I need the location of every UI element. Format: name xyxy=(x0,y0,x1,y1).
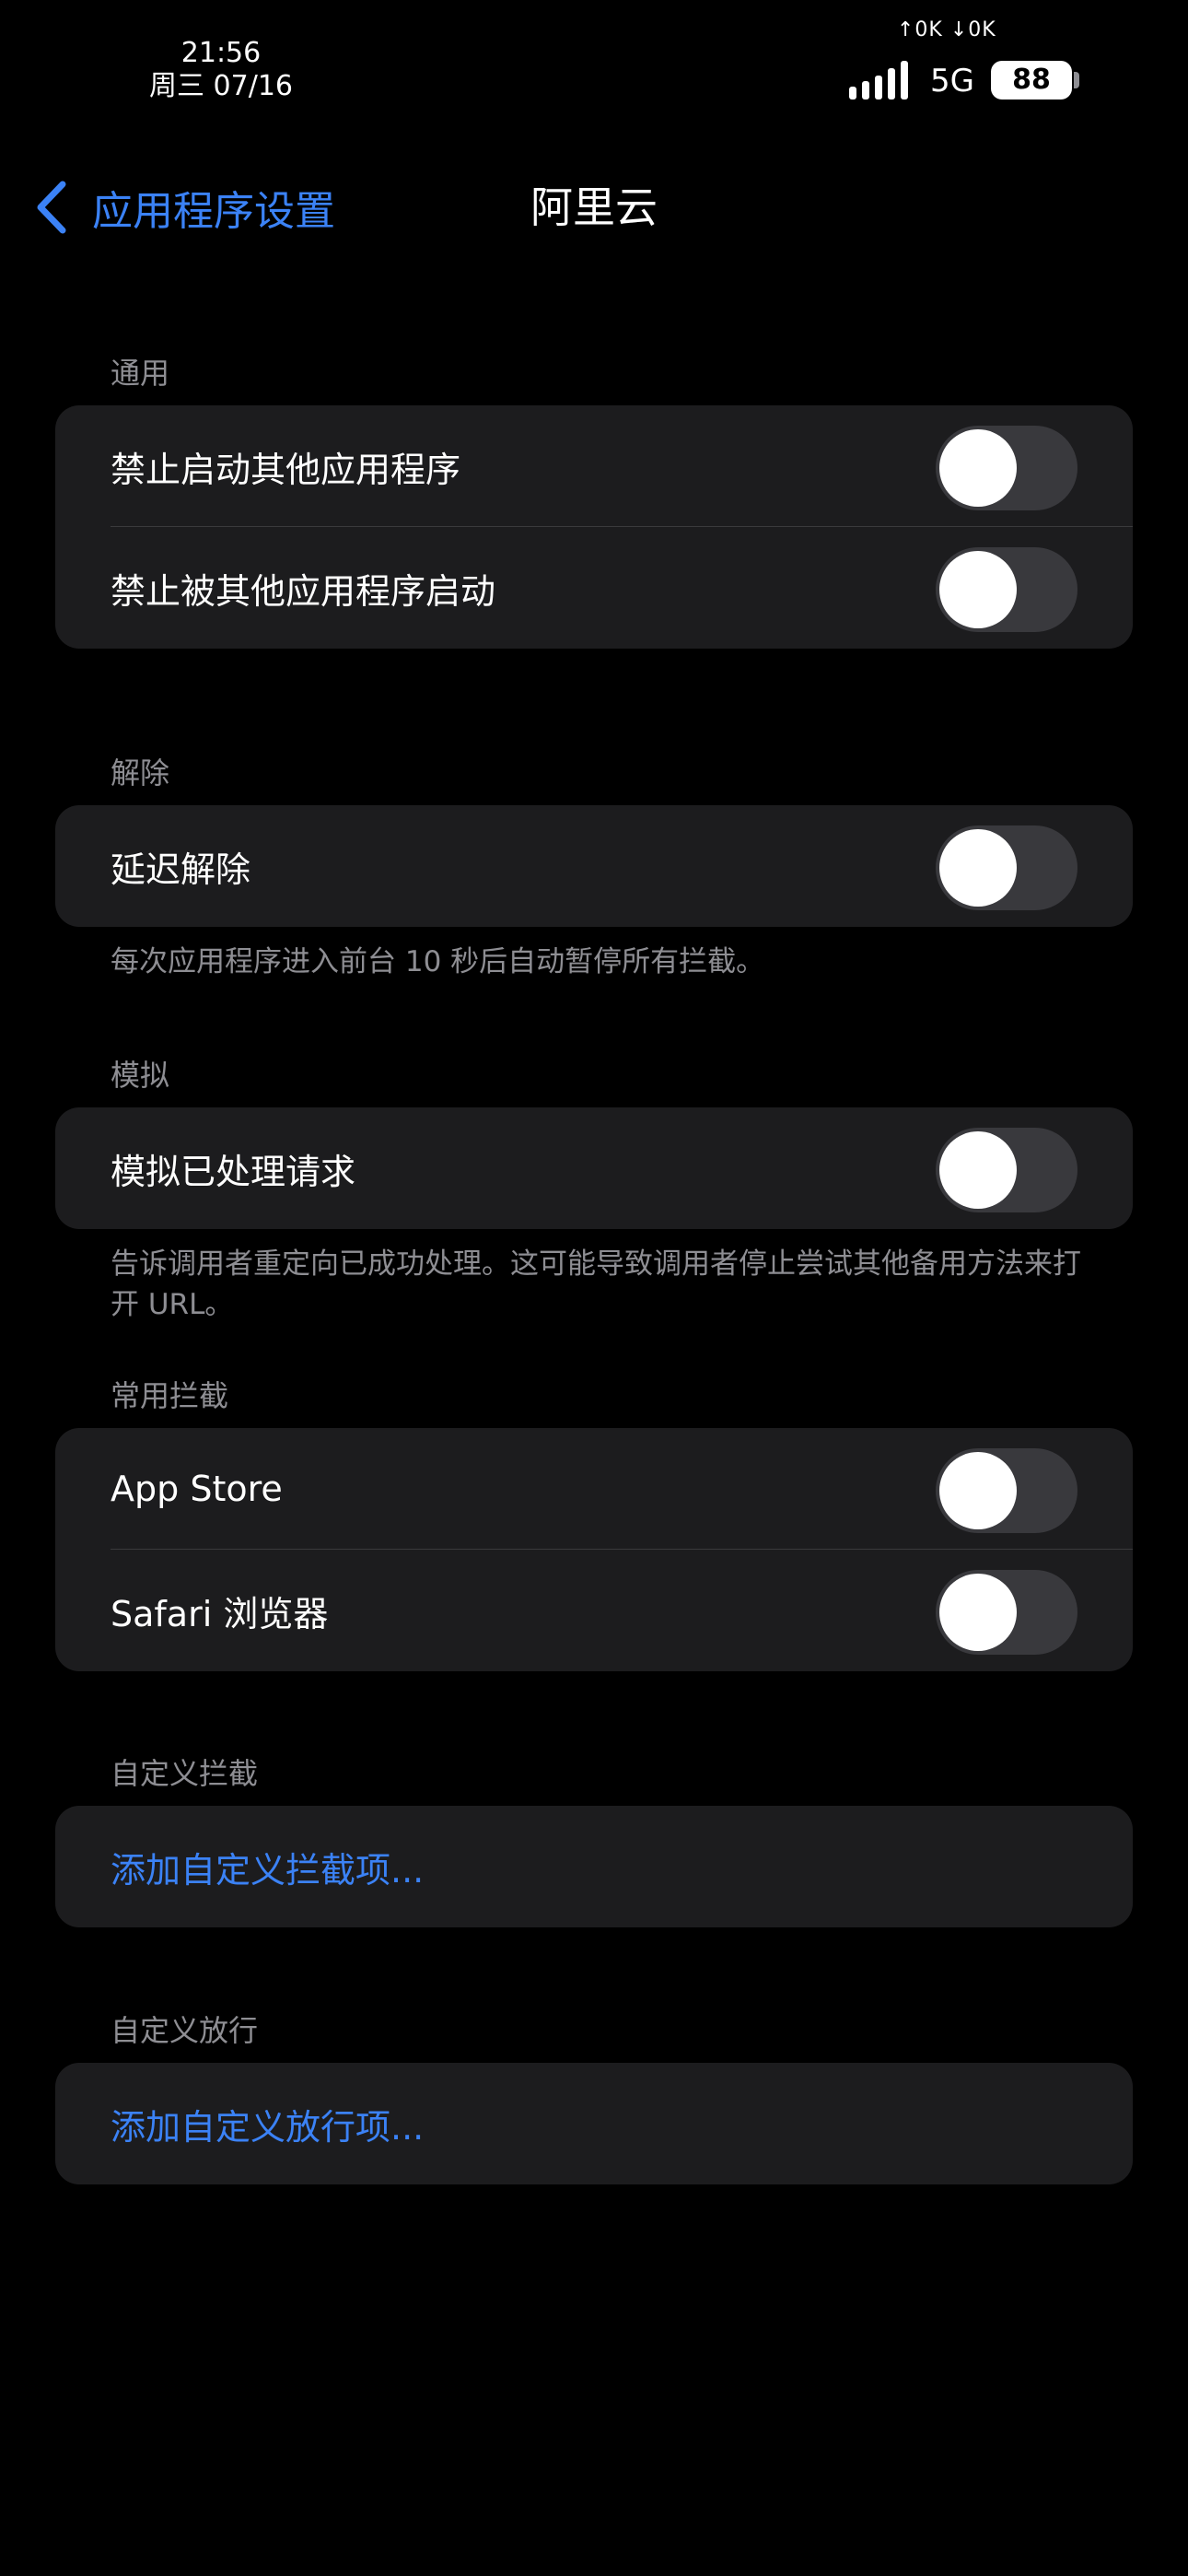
battery-cap xyxy=(1074,72,1079,88)
signal-strength-icon xyxy=(849,61,912,100)
row-label: 延迟解除 xyxy=(111,849,251,890)
status-time: 21:56 xyxy=(181,37,262,69)
row-delay-release: 延迟解除 xyxy=(55,805,1133,927)
page-title: 阿里云 xyxy=(530,182,658,232)
battery-icon: 88 xyxy=(991,61,1072,100)
toggle-knob xyxy=(939,1574,1017,1651)
release-footnote: 每次应用程序进入前台 10 秒后自动暂停所有拦截。 xyxy=(111,945,765,978)
row-label: 模拟已处理请求 xyxy=(111,1151,356,1192)
add-custom-allow-link[interactable]: 添加自定义放行项... xyxy=(111,2099,424,2149)
group-release: 延迟解除 xyxy=(55,805,1133,927)
section-header-general: 通用 xyxy=(111,356,170,391)
row-block-launch-others: 禁止启动其他应用程序 xyxy=(55,405,1133,527)
section-header-custom-block: 自定义拦截 xyxy=(111,1756,259,1791)
network-speed: ↑0K ↓0K xyxy=(897,18,996,41)
toggle-app-store[interactable] xyxy=(936,1448,1077,1533)
section-header-custom-allow: 自定义放行 xyxy=(111,2013,259,2048)
toggle-safari[interactable] xyxy=(936,1570,1077,1655)
row-label: Safari 浏览器 xyxy=(111,1593,329,1634)
toggle-knob xyxy=(939,1452,1017,1529)
toggle-simulate-handled[interactable] xyxy=(936,1128,1077,1212)
row-label: 禁止启动其他应用程序 xyxy=(111,449,461,490)
toggle-knob xyxy=(939,1131,1017,1209)
settings-screen: 21:56 周三 07/16 ↑0K ↓0K 5G 88 应用程序设置 阿里云 … xyxy=(0,0,1188,2576)
toggle-block-launched-by-others[interactable] xyxy=(936,547,1077,632)
group-common: App Store Safari 浏览器 xyxy=(55,1428,1133,1671)
section-header-simulate: 模拟 xyxy=(111,1058,170,1093)
toggle-block-launch-others[interactable] xyxy=(936,426,1077,510)
row-block-launched-by-others: 禁止被其他应用程序启动 xyxy=(55,527,1133,649)
toggle-delay-release[interactable] xyxy=(936,825,1077,910)
toggle-knob xyxy=(939,429,1017,507)
group-custom-allow: 添加自定义放行项... xyxy=(55,2063,1133,2184)
row-app-store: App Store xyxy=(55,1428,1133,1550)
group-simulate: 模拟已处理请求 xyxy=(55,1107,1133,1229)
simulate-footnote: 告诉调用者重定向已成功处理。这可能导致调用者停止尝试其他备用方法来打开 URL。 xyxy=(111,1247,1081,1321)
status-clock: 21:56 周三 07/16 xyxy=(147,37,295,103)
add-custom-block-link[interactable]: 添加自定义拦截项... xyxy=(111,1842,424,1892)
network-type: 5G xyxy=(930,63,974,100)
section-header-release: 解除 xyxy=(111,755,170,790)
row-add-custom-block[interactable]: 添加自定义拦截项... xyxy=(55,1806,1133,1927)
status-date: 周三 07/16 xyxy=(149,70,293,102)
section-header-common: 常用拦截 xyxy=(111,1378,229,1413)
toggle-knob xyxy=(939,829,1017,907)
row-simulate-handled: 模拟已处理请求 xyxy=(55,1107,1133,1229)
row-safari: Safari 浏览器 xyxy=(55,1550,1133,1671)
row-add-custom-allow[interactable]: 添加自定义放行项... xyxy=(55,2063,1133,2184)
battery-level: 88 xyxy=(1012,64,1051,96)
row-label: App Store xyxy=(111,1469,283,1509)
group-general: 禁止启动其他应用程序 禁止被其他应用程序启动 xyxy=(55,405,1133,649)
group-custom-block: 添加自定义拦截项... xyxy=(55,1806,1133,1927)
row-label: 禁止被其他应用程序启动 xyxy=(111,570,496,612)
toggle-knob xyxy=(939,551,1017,628)
